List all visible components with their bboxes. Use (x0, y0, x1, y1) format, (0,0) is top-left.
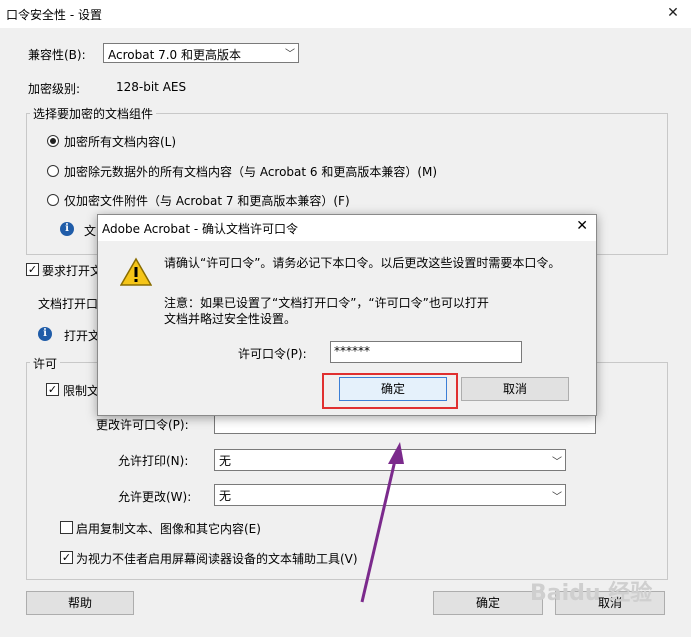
changes-allowed-value: 无 (219, 489, 232, 503)
components-group-title: 选择要加密的文档组件 (30, 105, 157, 122)
chevron-down-icon: ﹀ (552, 492, 562, 503)
compatibility-value: Acrobat 7.0 和更高版本 (108, 48, 241, 62)
help-button[interactable]: 帮助 (26, 591, 134, 615)
encryption-level-label: 加密级别: (28, 82, 81, 96)
compatibility-select[interactable]: Acrobat 7.0 和更高版本 ﹀ (103, 43, 299, 63)
permissions-password-input[interactable] (214, 414, 596, 434)
enable-accessibility-label: 为视力不佳者启用屏幕阅读器设备的文本辅助工具(V) (76, 552, 358, 566)
require-open-password-label: 要求打开文 (42, 264, 103, 278)
dialog-titlebar: Adobe Acrobat - 确认文档许可口令 ✕ (98, 215, 596, 241)
confirm-password-dialog: Adobe Acrobat - 确认文档许可口令 ✕ 请确认“许可口令”。请务必… (97, 214, 597, 416)
require-open-password-checkbox[interactable]: ✓ (26, 263, 39, 276)
annotation-arrow (360, 442, 404, 603)
radio-encrypt-attachments[interactable] (47, 194, 59, 206)
window-title: 口令安全性 - 设置 (6, 8, 102, 22)
components-info-text: 文 (84, 224, 97, 238)
option-encrypt-all-label: 加密所有文档内容(L) (64, 135, 177, 149)
window-titlebar: 口令安全性 - 设置 ✕ (0, 0, 691, 28)
ok-button[interactable]: 确定 (433, 591, 543, 615)
dialog-title: Adobe Acrobat - 确认文档许可口令 (102, 222, 299, 236)
chevron-down-icon: ﹀ (285, 49, 295, 60)
dialog-note: 注意：如果已设置了“文档打开口令”，“许可口令”也可以打开文档并略过安全性设置。 (164, 296, 489, 326)
open-password-info-text: 打开文 (64, 329, 101, 343)
dialog-password-value: ****** (334, 344, 370, 358)
encryption-level-value: 128-bit AES (116, 80, 187, 94)
print-allowed-value: 无 (219, 454, 232, 468)
radio-encrypt-all[interactable] (47, 135, 59, 147)
dialog-password-input[interactable]: ****** (330, 341, 522, 363)
change-permissions-password-label: 更改许可口令(P): (96, 418, 189, 432)
enable-copy-checkbox[interactable] (60, 521, 73, 534)
changes-allowed-label: 允许更改(W): (118, 490, 192, 504)
dialog-message: 请确认“许可口令”。请务必记下本口令。以后更改这些设置时需要本口令。 (164, 256, 561, 270)
compatibility-label: 兼容性(B): (28, 48, 86, 62)
open-password-field-label: 文档打开口 (38, 297, 99, 311)
restrict-editing-label: 限制文 (63, 384, 100, 398)
dialog-close-icon[interactable]: ✕ (576, 218, 588, 234)
warning-icon (120, 257, 152, 286)
enable-accessibility-checkbox[interactable]: ✓ (60, 551, 73, 564)
enable-copy-label: 启用复制文本、图像和其它内容(E) (76, 522, 261, 536)
print-allowed-label: 允许打印(N): (118, 454, 189, 468)
close-icon[interactable]: ✕ (663, 4, 683, 22)
dialog-cancel-button[interactable]: 取消 (461, 377, 569, 401)
dialog-ok-button[interactable]: 确定 (339, 377, 447, 401)
chevron-down-icon: ﹀ (552, 457, 562, 468)
radio-encrypt-except-metadata[interactable] (47, 165, 59, 177)
info-icon: i (60, 222, 74, 236)
restrict-editing-checkbox[interactable]: ✓ (46, 383, 59, 396)
watermark-text: Baidu 经验 (530, 581, 653, 606)
permissions-group-title: 许可 (30, 355, 61, 372)
dialog-password-label: 许可口令(P): (238, 347, 307, 361)
option-encrypt-attachments-label: 仅加密文件附件（与 Acrobat 7 和更高版本兼容）(F) (64, 194, 350, 208)
info-icon: i (38, 327, 52, 341)
option-encrypt-except-metadata-label: 加密除元数据外的所有文档内容（与 Acrobat 6 和更高版本兼容）(M) (64, 165, 438, 179)
